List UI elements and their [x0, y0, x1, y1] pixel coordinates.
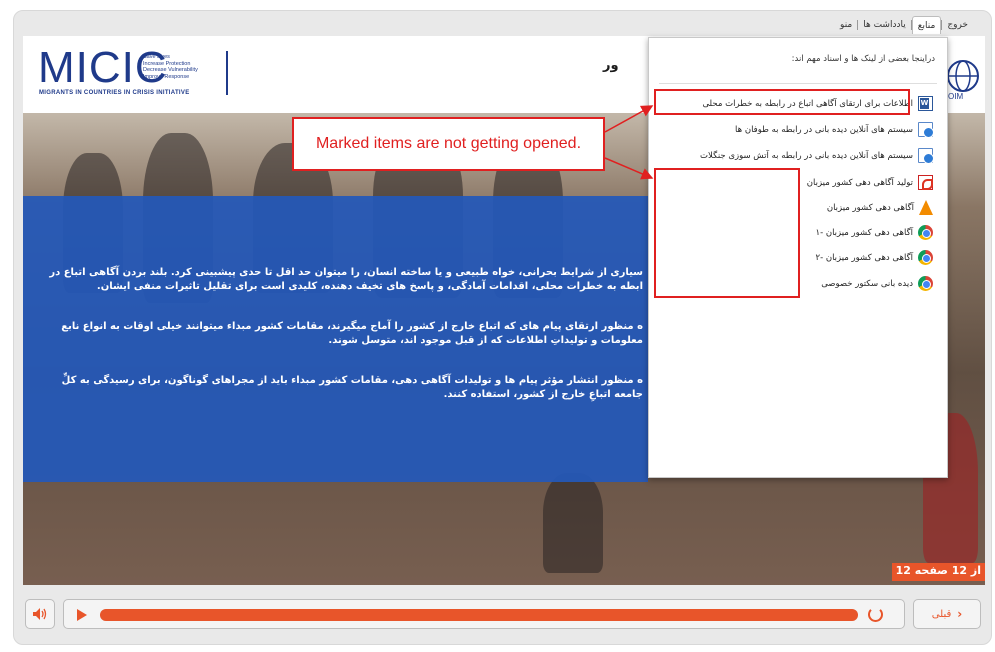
word-doc-icon	[918, 96, 933, 111]
annotation-callout: Marked items are not getting opened.	[292, 117, 605, 171]
popup-divider	[659, 83, 937, 84]
mute-button[interactable]	[25, 599, 55, 629]
resource-item-host-awareness-1[interactable]: آگاهی دهی کشور میزبان -۱	[815, 225, 933, 240]
highlight-box-bottom	[654, 168, 800, 298]
playback-bar	[63, 599, 905, 629]
web-link-icon	[918, 122, 934, 138]
resource-label: سیستم های آنلاین دیده بانی در رابطه به آ…	[700, 150, 913, 161]
tab-exit[interactable]: خروج	[942, 16, 973, 34]
photo-figure	[543, 473, 603, 573]
play-icon[interactable]	[77, 609, 87, 621]
chevron-right-icon: ›	[957, 607, 963, 621]
tab-resources[interactable]: منابع	[911, 16, 942, 34]
previous-label: قبلی	[931, 608, 952, 620]
content-panel: سیاری از شرایط بحرانی، خواه طبیعی و یا س…	[23, 196, 648, 482]
iom-label: OIM	[948, 92, 964, 101]
highlight-box-top	[654, 89, 910, 115]
resource-label: تولید آگاهی دهی کشور میزبان	[806, 177, 913, 188]
resource-item-fire-monitoring[interactable]: سیستم های آنلاین دیده بانی در رابطه به آ…	[700, 148, 934, 164]
vlc-media-icon	[919, 200, 933, 215]
speaker-icon	[33, 608, 47, 620]
resource-item-storm-monitoring[interactable]: سیستم های آنلاین دیده بانی در رابطه به ط…	[735, 122, 934, 138]
resource-label: دیده بانی سکتور خصوصی	[821, 278, 913, 289]
chrome-icon	[918, 225, 933, 240]
replay-icon[interactable]	[868, 607, 883, 622]
tagline-line: Save Lives	[143, 54, 170, 60]
logo-tagline: Save Lives Increase Protection Decrease …	[143, 54, 213, 80]
logo-divider	[226, 51, 228, 95]
paragraph-2: ه منظور ارتقای پیام های که اتباع خارج از…	[61, 321, 643, 346]
paragraph-1: سیاری از شرایط بحرانی، خواه طبیعی و یا س…	[49, 267, 643, 292]
tagline-line: Decrease Vulnerability	[143, 67, 198, 74]
resource-item-host-awareness[interactable]: آگاهی دهی کشور میزبان	[827, 200, 933, 215]
resource-label: آگاهی دهی کشور میزبان -۲	[815, 252, 913, 263]
tab-menu[interactable]: منو	[835, 16, 857, 34]
pdf-icon	[918, 175, 933, 190]
paragraph-3: ه منظور انتشار مؤثر پیام ها و تولیدات آگ…	[61, 375, 643, 400]
player-controls: قبلی ›	[23, 598, 985, 632]
slide-title: ور	[603, 58, 619, 73]
iom-globe-icon	[947, 60, 979, 92]
progress-track[interactable]	[100, 609, 858, 621]
resource-label: آگاهی دهی کشور میزبان	[826, 202, 914, 213]
logo-subtitle: MIGRANTS IN COUNTRIES IN CRISIS INITIATI…	[39, 90, 190, 96]
resource-label: سیستم های آنلاین دیده بانی در رابطه به ط…	[735, 124, 913, 135]
tagline-line: Improve Response	[143, 73, 190, 80]
tagline-line: Increase Protection	[143, 60, 191, 67]
slide-counter: 12 از 12 صفحه	[891, 563, 985, 581]
chrome-icon	[918, 276, 933, 291]
resource-item-host-awareness-2[interactable]: آگاهی دهی کشور میزبان -۲	[815, 250, 933, 265]
callout-text: Marked items are not getting opened.	[315, 135, 582, 152]
top-nav: خروج منابع یادداشت ها منو	[835, 16, 973, 34]
chrome-icon	[918, 250, 933, 265]
popup-intro: دراینجا بعضی از لینک ها و اسناد مهم اند:	[791, 54, 935, 64]
web-link-icon	[918, 148, 934, 164]
progress-fill	[100, 609, 858, 621]
tab-notes[interactable]: یادداشت ها	[858, 16, 911, 34]
resource-item-private-sector[interactable]: دیده بانی سکتور خصوصی	[821, 276, 933, 291]
previous-button[interactable]: قبلی ›	[913, 599, 981, 629]
resource-label: آگاهی دهی کشور میزبان -۱	[815, 227, 913, 238]
resource-item-host-awareness-production[interactable]: تولید آگاهی دهی کشور میزبان	[807, 175, 933, 190]
